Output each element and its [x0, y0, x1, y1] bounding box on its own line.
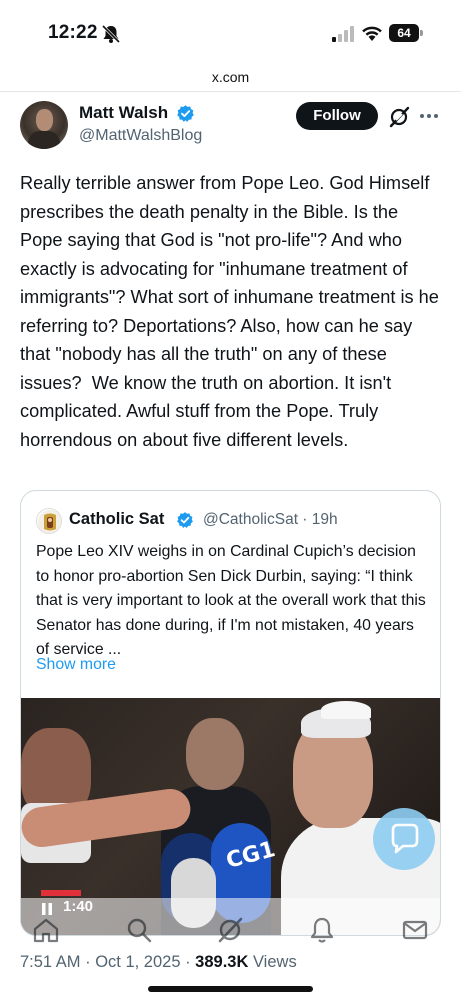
search-icon[interactable] [125, 916, 153, 944]
status-bar: 12:22 64 [0, 0, 461, 62]
battery-icon: 64 [389, 24, 423, 42]
battery-level: 64 [389, 24, 419, 42]
bottom-tab-bar [0, 912, 461, 948]
video-progress[interactable] [41, 890, 81, 896]
tweet-meta: 7:51 AM · Oct 1, 2025 · 389.3K Views [20, 953, 297, 972]
chat-icon[interactable] [373, 808, 435, 870]
notifications-icon[interactable] [308, 916, 336, 944]
home-icon[interactable] [32, 916, 60, 944]
bell-off-icon [101, 25, 121, 43]
author-handle[interactable]: @MattWalshBlog [79, 127, 202, 145]
tweet-timestamp[interactable]: 7:51 AM · Oct 1, 2025 · [20, 953, 195, 971]
signal-icon [332, 26, 354, 42]
grok-icon[interactable] [388, 106, 410, 128]
show-more-link[interactable]: Show more [36, 656, 116, 674]
wifi-icon [362, 26, 382, 41]
verified-badge-icon [177, 512, 193, 528]
author-name[interactable]: Matt Walsh [79, 103, 168, 123]
url-bar[interactable]: x.com [0, 62, 461, 92]
status-time: 12:22 [48, 22, 98, 43]
quoted-tweet-text: Pope Leo XIV weighs in on Cardinal Cupic… [36, 543, 426, 659]
verified-badge-icon [177, 105, 194, 122]
views-count: 389.3K [195, 953, 249, 971]
quoted-avatar[interactable] [36, 508, 62, 534]
avatar[interactable] [20, 101, 68, 149]
home-indicator [148, 986, 313, 992]
quoted-tweet-card[interactable]: Catholic Sat @CatholicSat · 19h Pope Leo… [20, 490, 441, 936]
messages-icon[interactable] [401, 916, 429, 944]
grok-icon[interactable] [216, 916, 244, 944]
quoted-author-handle[interactable]: @CatholicSat · 19h [203, 511, 338, 529]
tweet-text: Really terrible answer from Pope Leo. Go… [20, 173, 444, 450]
views-label: Views [248, 953, 297, 971]
quoted-author-name[interactable]: Catholic Sat [69, 510, 164, 529]
catholic-sat-logo-icon [38, 510, 61, 533]
video-player[interactable]: CG1 1:40 [21, 698, 440, 935]
follow-button[interactable]: Follow [296, 102, 378, 130]
more-icon[interactable] [419, 112, 439, 120]
